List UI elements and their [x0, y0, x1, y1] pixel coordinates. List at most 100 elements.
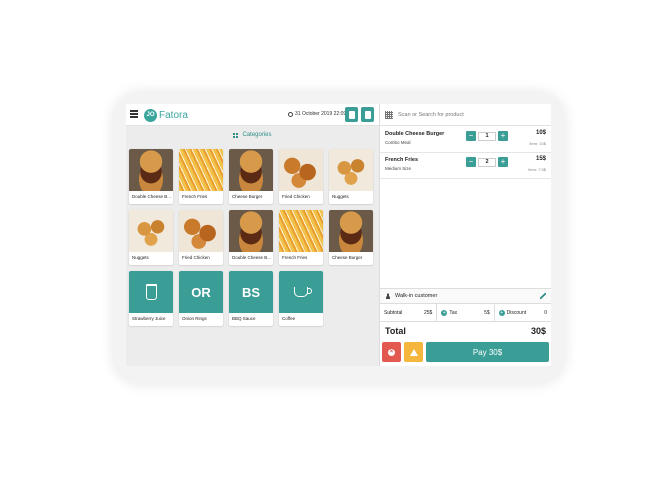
cart-line-item[interactable]: French Fries Medium Size −2 +15$ Item: 7.5$ [380, 153, 551, 179]
add-discount-icon[interactable]: + [498, 309, 505, 316]
categories-button[interactable]: Categories [126, 127, 379, 143]
pos-screen: JO Fatora 31 October 2019 22:09 Categori… [126, 104, 551, 366]
product-name: Coffee [282, 316, 296, 321]
product-tile[interactable]: Cheese Burger [329, 210, 373, 265]
product-name: Cheese Burger [332, 255, 363, 260]
product-name: Cheese Burger [232, 194, 263, 199]
product-placeholder [279, 271, 323, 313]
quantity-field[interactable]: 1 [478, 131, 496, 141]
pay-button[interactable]: Pay 30$ [426, 342, 549, 362]
product-image [279, 149, 323, 191]
discount-cell[interactable]: + Discount 0 [495, 304, 551, 321]
date-text: 31 October 2019 22:09 [295, 111, 347, 117]
increase-button[interactable]: + [498, 157, 508, 167]
item-name: French Fries [385, 157, 419, 163]
clock-icon [288, 111, 293, 117]
product-placeholder: OR [179, 271, 223, 313]
decrease-button[interactable]: − [466, 131, 476, 141]
product-name: Onion Rings [182, 316, 207, 321]
cart-line-item[interactable]: Double Cheese Burger Combo Meal −1 +10$ Item… [380, 127, 551, 153]
item-price: 10$ [535, 130, 546, 136]
quantity-stepper: −2 + [466, 157, 508, 167]
tax-label: Tax [449, 309, 458, 316]
discount-value: 0 [544, 309, 547, 316]
document-icon [364, 110, 371, 119]
item-option: Combo Meal [385, 140, 411, 145]
product-image [229, 149, 273, 191]
cup-icon [145, 284, 157, 300]
person-icon [385, 293, 391, 299]
menu-icon[interactable] [130, 110, 138, 118]
app-name: Fatora [159, 109, 188, 121]
product-tile[interactable]: Cheese Burger [229, 149, 273, 204]
close-icon: × [388, 348, 395, 356]
product-image [229, 210, 273, 252]
customer-name: Walk-in customer [395, 293, 438, 299]
product-image [179, 149, 223, 191]
product-tile[interactable]: Fried Chicken [179, 210, 223, 265]
document-button[interactable] [361, 107, 374, 122]
item-unit-price: Item: 10$ [529, 141, 546, 146]
product-tile[interactable]: Nuggets [329, 149, 373, 204]
product-name: French Fries [282, 255, 308, 260]
product-image [329, 149, 373, 191]
product-name: French Fries [182, 194, 208, 199]
product-image [129, 210, 173, 252]
decrease-button[interactable]: − [466, 157, 476, 167]
product-name: Fried Chicken [282, 194, 310, 199]
subtotal-value: 25$ [423, 309, 433, 316]
logo-mark: JO [144, 108, 157, 122]
product-tile[interactable]: Nuggets [129, 210, 173, 265]
discount-label: Discount [506, 309, 527, 316]
hold-order-button[interactable] [404, 342, 423, 362]
increase-button[interactable]: + [498, 131, 508, 141]
cart-pane: Scan or Search for product Double Cheese… [380, 104, 551, 366]
product-placeholder [129, 271, 173, 313]
product-image [129, 149, 173, 191]
product-name: Double Cheese B... [232, 255, 271, 260]
cancel-order-button[interactable]: × [382, 342, 401, 362]
product-tile[interactable]: French Fries [179, 149, 223, 204]
calculator-icon [348, 110, 355, 119]
item-price: 15$ [535, 156, 546, 162]
categories-label: Categories [242, 132, 272, 138]
product-name: Double Cheese B... [132, 194, 171, 199]
product-name: Nuggets [132, 255, 149, 260]
item-name: Double Cheese Burger [385, 131, 445, 137]
product-image [279, 210, 323, 252]
product-name: BBQ Sauce [232, 316, 256, 321]
product-pane: JO Fatora 31 October 2019 22:09 Categori… [126, 104, 379, 366]
search-input[interactable]: Scan or Search for product [380, 104, 551, 126]
app-logo: JO Fatora [144, 107, 188, 123]
product-tile[interactable]: BS BBQ Sauce [229, 271, 273, 326]
add-tax-icon[interactable]: + [441, 309, 448, 316]
product-image [329, 210, 373, 252]
warning-icon [409, 348, 418, 356]
edit-icon[interactable] [540, 293, 546, 299]
item-option: Medium Size [385, 166, 412, 171]
grid-icon [233, 132, 239, 138]
quantity-field[interactable]: 2 [478, 157, 496, 167]
total-value: 30$ [530, 326, 546, 336]
product-tile[interactable]: Coffee [279, 271, 323, 326]
customer-selector[interactable]: Walk-in customer [380, 288, 551, 304]
item-unit-price: Item: 7.5$ [528, 167, 546, 172]
product-tile[interactable]: OR Onion Rings [179, 271, 223, 326]
tax-value: 5$ [484, 309, 490, 316]
product-tile[interactable]: Fried Chicken [279, 149, 323, 204]
product-placeholder: BS [229, 271, 273, 313]
tax-cell[interactable]: + Tax 5$ [437, 304, 495, 321]
product-image [179, 210, 223, 252]
product-tile[interactable]: Double Cheese B... [129, 149, 173, 204]
search-placeholder: Scan or Search for product [398, 111, 464, 118]
product-tile[interactable]: French Fries [279, 210, 323, 265]
top-bar: JO Fatora 31 October 2019 22:09 [126, 104, 379, 126]
product-name: Nuggets [332, 194, 349, 199]
date-display: 31 October 2019 22:09 [288, 111, 346, 117]
total-label: Total [385, 326, 406, 336]
subtotal-cell: Subtotal 25$ [380, 304, 438, 321]
product-tile[interactable]: Strawberry Juice [129, 271, 173, 326]
calculator-button[interactable] [345, 107, 358, 122]
qr-scan-icon[interactable] [385, 110, 393, 119]
product-tile[interactable]: Double Cheese B... [229, 210, 273, 265]
